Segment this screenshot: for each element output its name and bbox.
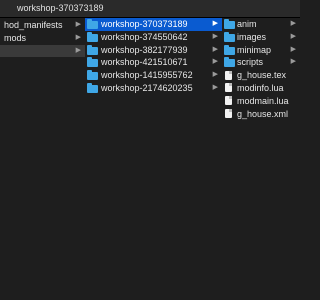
folder-label: hod_manifests xyxy=(4,20,63,30)
chevron-right-icon: ▶ xyxy=(212,58,218,66)
file-label: g_house.xml xyxy=(237,108,289,119)
folder-label: workshop-370373189 xyxy=(101,19,188,29)
column-parent: hod_manifests ▶ mods ▶ ▶ xyxy=(0,18,86,300)
column-workshop-contents: anim ▶ images ▶ minimap ▶ scripts ▶ g_ho… xyxy=(222,18,300,300)
folder-row-minimap[interactable]: minimap ▶ xyxy=(222,44,300,57)
chevron-right-icon: ▶ xyxy=(75,21,81,28)
folder-row-workshop-1415955762[interactable]: workshop-1415955762 ▶ xyxy=(85,69,222,82)
folder-label: mods xyxy=(4,32,27,43)
folder-icon xyxy=(224,57,235,68)
folder-label: workshop-2174620235 xyxy=(101,82,193,93)
document-icon xyxy=(225,83,232,93)
document-icon xyxy=(225,109,232,119)
document-icon xyxy=(225,70,232,80)
file-label: modinfo.lua xyxy=(237,82,284,93)
folder-row-hod-manifests[interactable]: hod_manifests ▶ xyxy=(0,19,85,32)
folder-label: minimap xyxy=(237,44,272,55)
folder-row-scripts[interactable]: scripts ▶ xyxy=(222,56,300,69)
folder-icon xyxy=(87,19,98,29)
folder-icon xyxy=(87,82,98,93)
folder-icon xyxy=(87,70,98,81)
folder-row-mods[interactable]: mods ▶ xyxy=(0,32,85,45)
folder-icon xyxy=(224,19,235,29)
folder-row-workshop-370373189[interactable]: workshop-370373189 ▶ xyxy=(85,18,222,31)
folder-row-workshop-374550642[interactable]: workshop-374550642 ▶ xyxy=(85,31,222,44)
file-label: g_house.tex xyxy=(237,70,287,81)
folder-row-selected-parent[interactable]: ▶ xyxy=(0,44,85,58)
folder-icon xyxy=(224,31,235,42)
folder-icon xyxy=(87,57,98,68)
chevron-right-icon: ▶ xyxy=(75,33,81,41)
folder-label: workshop-382177939 xyxy=(101,44,188,55)
folder-row-workshop-2174620235[interactable]: workshop-2174620235 ▶ xyxy=(85,82,222,95)
folder-icon xyxy=(87,31,98,42)
folder-label: workshop-1415955762 xyxy=(101,70,193,81)
folder-row-images[interactable]: images ▶ xyxy=(222,31,300,44)
chevron-right-icon: ▶ xyxy=(212,45,218,53)
chevron-right-icon: ▶ xyxy=(212,71,218,79)
folder-label: workshop-421510671 xyxy=(101,57,188,68)
file-row-g-house-tex[interactable]: g_house.tex xyxy=(222,69,300,82)
folder-row-workshop-382177939[interactable]: workshop-382177939 ▶ xyxy=(85,44,222,57)
file-row-modmain-lua[interactable]: modmain.lua xyxy=(222,95,300,108)
chevron-right-icon: ▶ xyxy=(212,32,218,40)
folder-label: scripts xyxy=(237,57,264,68)
column-workshop-list: workshop-370373189 ▶ workshop-374550642 … xyxy=(85,18,223,300)
chevron-right-icon: ▶ xyxy=(75,46,81,54)
file-row-modinfo-lua[interactable]: modinfo.lua xyxy=(222,82,300,95)
folder-label: workshop-374550642 xyxy=(101,31,188,42)
document-icon xyxy=(225,96,232,106)
folder-label: anim xyxy=(237,19,257,29)
folder-row-anim[interactable]: anim ▶ xyxy=(222,18,300,31)
window-title: workshop-370373189 xyxy=(17,3,104,13)
chevron-right-icon: ▶ xyxy=(290,20,296,27)
chevron-right-icon: ▶ xyxy=(212,83,218,91)
folder-row-workshop-421510671[interactable]: workshop-421510671 ▶ xyxy=(85,56,222,69)
folder-icon xyxy=(224,44,235,55)
file-row-g-house-xml[interactable]: g_house.xml xyxy=(222,108,300,121)
file-label: modmain.lua xyxy=(237,95,289,106)
chevron-right-icon: ▶ xyxy=(212,20,218,27)
chevron-right-icon: ▶ xyxy=(290,58,296,66)
window-titlebar: workshop-370373189 xyxy=(0,0,300,18)
chevron-right-icon: ▶ xyxy=(290,45,296,53)
chevron-right-icon: ▶ xyxy=(290,32,296,40)
folder-label: images xyxy=(237,31,267,42)
folder-icon xyxy=(87,44,98,55)
